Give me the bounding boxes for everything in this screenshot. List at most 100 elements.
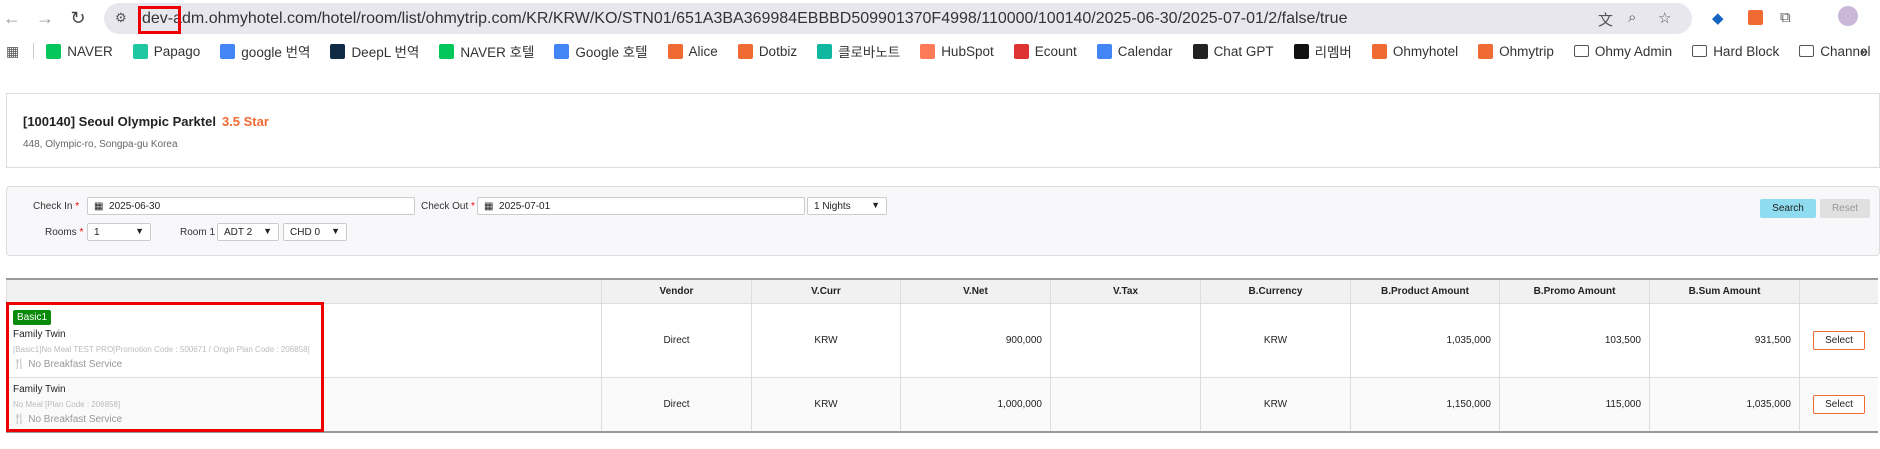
reset-button[interactable]: Reset <box>1820 199 1870 218</box>
bookmark-item[interactable]: HubSpot <box>920 41 994 61</box>
hubspot-icon <box>920 43 936 59</box>
zoom-icon[interactable]: ⌕ <box>1628 9 1636 26</box>
cell-vnet: 1,000,000 <box>900 377 1051 433</box>
column-header: B.Sum Amount <box>1649 278 1800 304</box>
bookmarks-bar: ▦ NAVER Papago google 번역 DeepL 번역 NAVER 호텔 Go… <box>0 40 1880 62</box>
action-cell: Select <box>1799 303 1878 378</box>
profile-avatar[interactable] <box>1838 6 1858 26</box>
adults-select[interactable]: ADT 2 ▼ <box>217 223 279 241</box>
bookmark-item[interactable]: Alice <box>667 41 718 61</box>
ecount-icon <box>1013 43 1029 59</box>
column-header: B.Promo Amount <box>1499 278 1650 304</box>
bookmark-item[interactable]: Chat GPT <box>1192 41 1274 61</box>
bookmark-item[interactable]: Hard Block <box>1692 41 1779 61</box>
translate-icon[interactable]: 文 <box>1598 9 1613 30</box>
bookmark-label: Ecount <box>1034 43 1077 59</box>
column-header: B.Currency <box>1200 278 1351 304</box>
deepl-icon <box>330 43 346 59</box>
checkout-input[interactable]: ▦ 2025-07-01 <box>477 197 805 215</box>
checkout-label: Check Out * <box>421 201 475 212</box>
bookmark-label: 리멤버 <box>1314 45 1352 60</box>
cell-bpromo: 103,500 <box>1499 303 1650 378</box>
puzzle-icon[interactable]: ⧉ <box>1780 9 1791 26</box>
action-cell: Select <box>1799 377 1878 433</box>
divider <box>33 43 35 59</box>
cell-vtax <box>1050 303 1201 378</box>
bookmark-item[interactable]: NAVER 호텔 <box>439 41 534 61</box>
bookmark-label: NAVER 호텔 <box>460 45 535 60</box>
bookmark-item[interactable]: Calendar <box>1096 41 1173 61</box>
nights-select[interactable]: 1 Nights ▼ <box>807 197 887 215</box>
hotel-info-card: [100140] Seoul Olympic Parktel 3.5 Star 4… <box>6 93 1880 168</box>
bookmark-label: NAVER <box>67 43 113 59</box>
naver-hotel-icon <box>439 43 455 59</box>
children-select[interactable]: CHD 0 ▼ <box>283 223 347 241</box>
cell-vtax <box>1050 377 1201 433</box>
bookmark-item[interactable]: Ohmyhotel <box>1371 41 1459 61</box>
site-info-icon[interactable]: ⚙ <box>115 10 127 26</box>
apps-grid-icon[interactable]: ▦ <box>6 43 19 60</box>
remember-icon <box>1293 43 1309 59</box>
bookmark-label: Papago <box>153 43 201 59</box>
hotel-star-rating: 3.5 Star <box>221 114 269 129</box>
cell-vendor: Direct <box>601 377 752 433</box>
bookmark-label: Dotbiz <box>758 43 798 59</box>
checkin-input[interactable]: ▦ 2025-06-30 <box>87 197 415 215</box>
folder-icon <box>1799 45 1815 57</box>
bookmark-item[interactable]: Dotbiz <box>737 41 798 61</box>
cell-vcurr: KRW <box>751 303 901 378</box>
bookmark-item[interactable]: Ecount <box>1013 41 1077 61</box>
highlight-box <box>6 302 324 432</box>
reload-icon[interactable]: ↻ <box>66 8 90 29</box>
bookmark-label: Google 호텔 <box>575 45 648 60</box>
cell-vcurr: KRW <box>751 377 901 433</box>
bookmark-item[interactable]: 클로바노트 <box>817 41 900 61</box>
more-bookmarks-button[interactable]: » <box>1860 43 1868 59</box>
extension-icon[interactable]: ◆ <box>1712 9 1724 27</box>
ohmy-icon <box>737 43 753 59</box>
column-header <box>6 278 602 304</box>
bookmark-item[interactable]: Ohmytrip <box>1478 41 1554 61</box>
calendar-icon: ▦ <box>484 201 494 212</box>
search-button[interactable]: Search <box>1760 199 1816 218</box>
caret-down-icon: ▼ <box>135 226 144 236</box>
bookmark-label: Ohmytrip <box>1499 43 1554 59</box>
back-icon[interactable]: ← <box>0 8 24 29</box>
bookmark-item[interactable]: DeepL 번역 <box>330 41 419 61</box>
column-header: V.Net <box>900 278 1051 304</box>
google-hotel-icon <box>554 43 570 59</box>
clova-icon <box>817 43 833 59</box>
bookmark-item[interactable]: NAVER <box>46 41 113 61</box>
bookmark-star-icon[interactable]: ☆ <box>1658 9 1671 27</box>
select-button[interactable]: Select <box>1813 394 1865 414</box>
column-header <box>1799 278 1878 304</box>
hotel-address: 448, Olympic-ro, Songpa-gu Korea <box>23 139 178 150</box>
calendar-icon: ▦ <box>94 201 104 212</box>
caret-down-icon: ▼ <box>331 226 340 236</box>
folder-icon <box>1573 45 1589 57</box>
bookmark-item[interactable]: Google 호텔 <box>554 41 648 61</box>
folder-icon <box>1692 45 1708 57</box>
forward-icon[interactable]: → <box>33 8 57 29</box>
extension-ex-icon[interactable] <box>1748 10 1763 25</box>
naver-icon <box>46 43 62 59</box>
checkin-label: Check In * <box>33 201 80 212</box>
bookmark-item[interactable]: google 번역 <box>220 41 310 61</box>
column-header: B.Product Amount <box>1350 278 1500 304</box>
bookmark-item[interactable]: Papago <box>132 41 201 61</box>
url-text[interactable]: dev-adm.ohmyhotel.com/hotel/room/list/oh… <box>142 10 1347 28</box>
cell-bcur: KRW <box>1200 303 1351 378</box>
browser-toolbar: ← → ↻ ⚙ dev-adm.ohmyhotel.com/hotel/room… <box>0 0 1880 36</box>
select-button[interactable]: Select <box>1813 330 1865 350</box>
cell-bsum: 1,035,000 <box>1649 377 1800 433</box>
bookmark-label: Ohmyhotel <box>1392 43 1459 59</box>
rooms-select[interactable]: 1 ▼ <box>87 223 151 241</box>
room1-label: Room 1 <box>180 227 216 238</box>
cell-vnet: 900,000 <box>900 303 1051 378</box>
ohmy-icon <box>667 43 683 59</box>
bookmark-item[interactable]: Ohmy Admin <box>1573 41 1672 61</box>
bookmark-label: HubSpot <box>941 43 994 59</box>
bookmark-item[interactable]: 리멤버 <box>1293 41 1352 61</box>
caret-down-icon: ▼ <box>871 200 880 210</box>
cell-vendor: Direct <box>601 303 752 378</box>
